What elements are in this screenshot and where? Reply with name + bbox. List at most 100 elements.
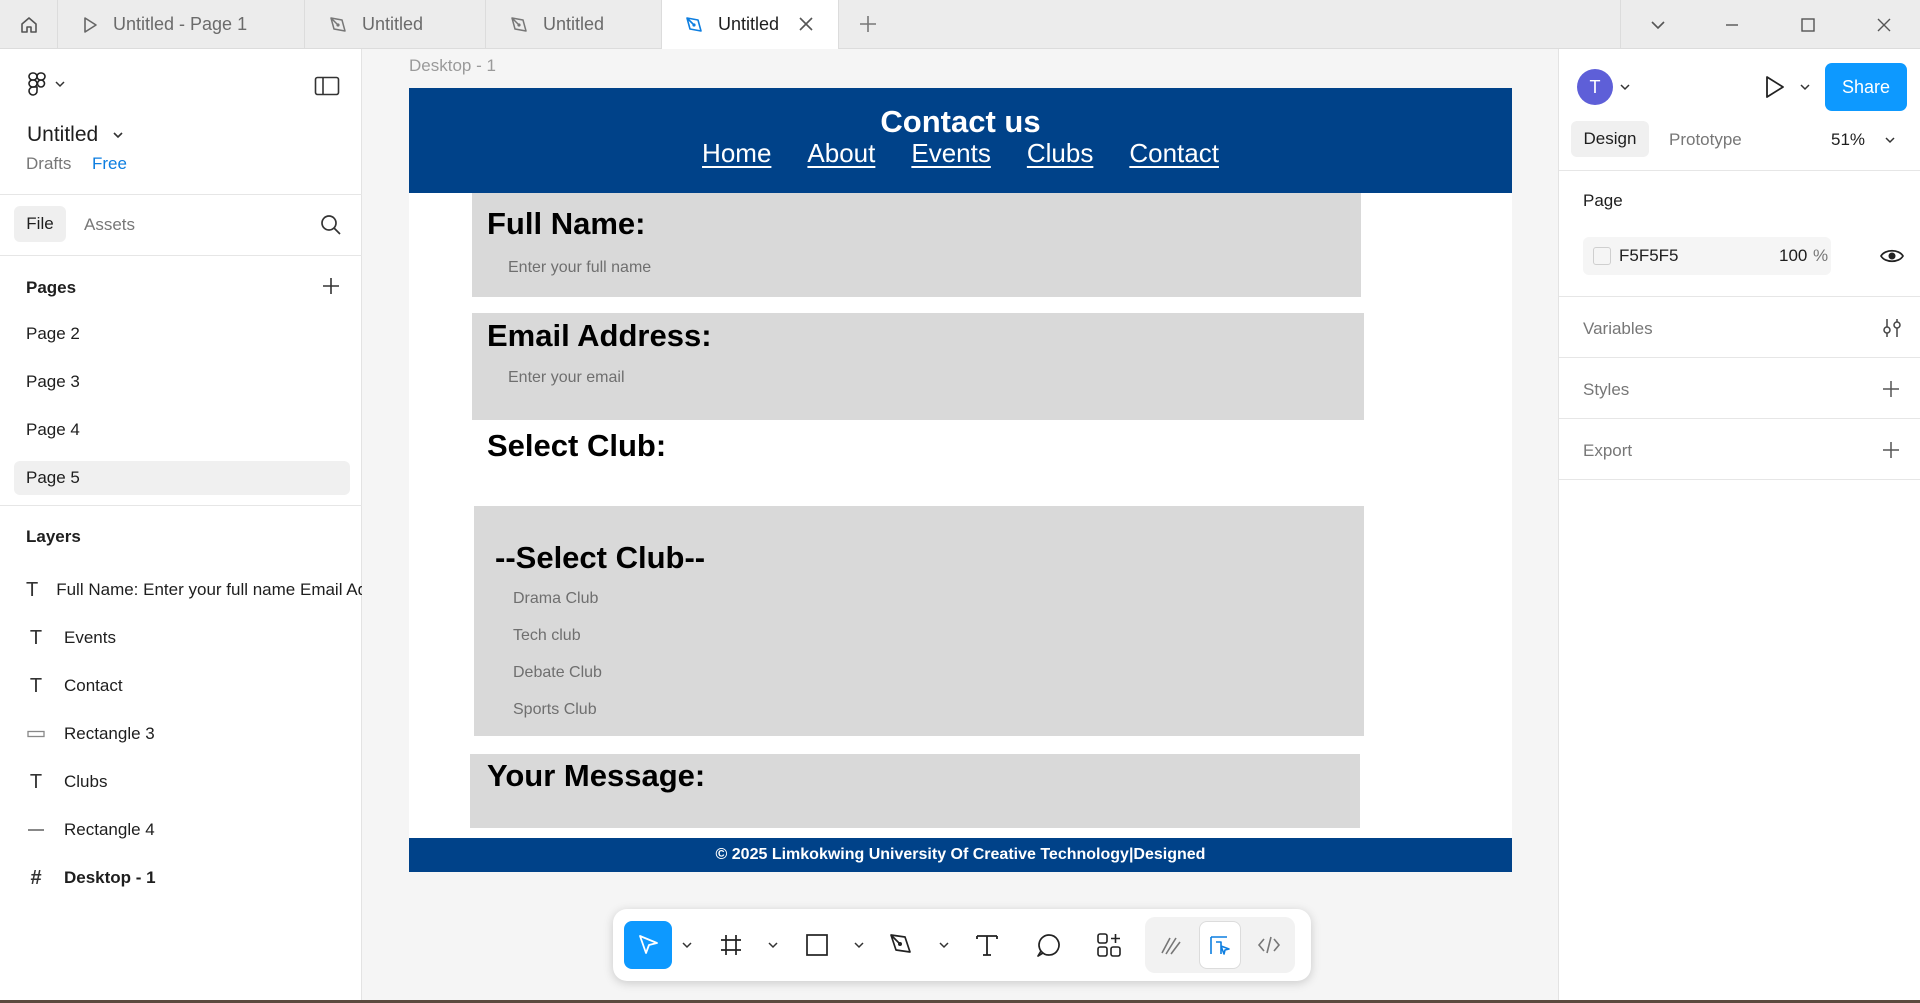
layer-item[interactable]: Rectangle 4 bbox=[26, 815, 155, 845]
avatar[interactable]: T bbox=[1577, 69, 1613, 105]
nav-about[interactable]: About bbox=[807, 138, 875, 169]
chevron-down-icon bbox=[1885, 137, 1895, 144]
styles-heading[interactable]: Styles bbox=[1583, 380, 1629, 400]
layer-item[interactable]: T Clubs bbox=[26, 767, 108, 797]
page-color-hex[interactable]: F5F5F5 bbox=[1619, 246, 1679, 266]
tab-prototype[interactable]: Prototype bbox=[1669, 130, 1742, 150]
zoom-level[interactable]: 51% bbox=[1831, 130, 1896, 150]
email-placeholder: Enter your email bbox=[508, 369, 625, 386]
tab-untitled-active[interactable]: Untitled bbox=[662, 0, 839, 49]
site-footer: © 2025 Limkokwing University Of Creative… bbox=[409, 838, 1512, 872]
text-tool-button[interactable] bbox=[969, 921, 1005, 969]
nav-contact[interactable]: Contact bbox=[1129, 138, 1219, 169]
close-window-button[interactable] bbox=[1846, 0, 1920, 49]
draw-mode-button[interactable] bbox=[1151, 921, 1191, 969]
search-icon[interactable] bbox=[320, 214, 342, 236]
design-mode-icon bbox=[1210, 936, 1230, 955]
new-tab-plus-icon[interactable] bbox=[856, 12, 880, 36]
site-header: Contact us Home About Events Clubs Conta… bbox=[409, 88, 1512, 193]
canvas[interactable]: Desktop - 1 Contact us Home About Events… bbox=[362, 49, 1884, 1000]
figma-logo-icon bbox=[28, 72, 46, 96]
rectangle-icon bbox=[806, 934, 828, 956]
line-layer-icon bbox=[26, 827, 46, 833]
pen-tool-button[interactable] bbox=[883, 921, 919, 969]
file-name[interactable]: Untitled bbox=[27, 123, 124, 147]
layer-item[interactable]: T Events bbox=[26, 623, 116, 653]
eye-icon[interactable] bbox=[1879, 243, 1905, 269]
present-play-icon[interactable] bbox=[1761, 73, 1787, 101]
dev-mode-button[interactable] bbox=[1249, 921, 1289, 969]
nav-clubs[interactable]: Clubs bbox=[1027, 138, 1093, 169]
club-option[interactable]: Tech club bbox=[513, 627, 581, 645]
main-menu-button[interactable] bbox=[26, 71, 66, 97]
play-icon bbox=[84, 16, 97, 33]
divider bbox=[1559, 357, 1920, 358]
chevron-down-icon[interactable] bbox=[853, 940, 865, 950]
home-button[interactable] bbox=[0, 0, 58, 49]
nav-home[interactable]: Home bbox=[702, 138, 771, 169]
code-icon bbox=[1257, 936, 1281, 954]
frame-label[interactable]: Desktop - 1 bbox=[409, 56, 496, 76]
layer-item[interactable]: T Full Name: Enter your full name Email … bbox=[26, 575, 362, 605]
tab-label: Untitled - Page 1 bbox=[113, 14, 248, 34]
add-page-plus-icon[interactable] bbox=[320, 275, 342, 297]
text-layer-icon: T bbox=[26, 578, 39, 601]
page-item[interactable]: Page 2 bbox=[14, 317, 350, 351]
club-label: Select Club: bbox=[487, 428, 667, 463]
pages-heading: Pages bbox=[26, 278, 77, 297]
close-icon bbox=[1877, 18, 1891, 31]
maximize-button[interactable] bbox=[1770, 0, 1846, 49]
close-tab-icon[interactable] bbox=[796, 14, 816, 34]
plan-badge[interactable]: Free bbox=[92, 154, 127, 174]
page-opacity[interactable]: 100 bbox=[1779, 246, 1807, 266]
file-location[interactable]: Drafts bbox=[26, 154, 71, 174]
color-swatch[interactable] bbox=[1593, 247, 1611, 265]
comment-tool-button[interactable] bbox=[1031, 921, 1067, 969]
move-tool-button[interactable] bbox=[624, 921, 672, 969]
variables-heading[interactable]: Variables bbox=[1583, 319, 1653, 339]
site-nav: Home About Events Clubs Contact bbox=[409, 138, 1512, 169]
toggle-sidebar-icon[interactable] bbox=[314, 76, 340, 96]
chevron-down-icon[interactable] bbox=[938, 940, 950, 950]
page-color-field[interactable]: F5F5F5 100 % bbox=[1583, 237, 1831, 275]
share-button[interactable]: Share bbox=[1825, 63, 1907, 111]
page-item-selected[interactable]: Page 5 bbox=[14, 461, 350, 495]
club-option[interactable]: Debate Club bbox=[513, 664, 602, 682]
tabs-dropdown-button[interactable] bbox=[1620, 0, 1696, 49]
tab-design[interactable]: Design bbox=[1571, 121, 1649, 157]
variables-settings-icon[interactable] bbox=[1881, 317, 1903, 339]
actions-tool-button[interactable] bbox=[1091, 921, 1127, 969]
divider bbox=[0, 194, 362, 195]
layer-item[interactable]: T Contact bbox=[26, 671, 123, 701]
chevron-down-icon[interactable] bbox=[1799, 82, 1811, 92]
layer-item[interactable]: Rectangle 3 bbox=[26, 719, 155, 749]
club-option[interactable]: Sports Club bbox=[513, 701, 597, 719]
shape-tool-button[interactable] bbox=[799, 921, 835, 969]
add-export-plus-icon[interactable] bbox=[1881, 440, 1901, 460]
chevron-down-icon[interactable] bbox=[1619, 82, 1631, 92]
zoom-value: 51% bbox=[1831, 130, 1866, 149]
chevron-down-icon[interactable] bbox=[767, 940, 779, 950]
tab-untitled-page-1[interactable]: Untitled - Page 1 bbox=[59, 0, 305, 49]
club-option[interactable]: Drama Club bbox=[513, 590, 598, 608]
rectangle-layer-icon bbox=[26, 730, 46, 738]
design-mode-button[interactable] bbox=[1199, 921, 1241, 969]
tab-assets[interactable]: Assets bbox=[84, 215, 135, 235]
add-style-plus-icon[interactable] bbox=[1881, 379, 1901, 399]
divider bbox=[1559, 296, 1920, 297]
minimize-button[interactable] bbox=[1694, 0, 1770, 49]
tab-file[interactable]: File bbox=[14, 206, 66, 242]
text-layer-icon: T bbox=[29, 770, 43, 793]
nav-events[interactable]: Events bbox=[911, 138, 991, 169]
layer-name: Rectangle 3 bbox=[64, 724, 155, 743]
tab-untitled-3[interactable]: Untitled bbox=[487, 0, 662, 49]
minimize-icon bbox=[1726, 23, 1738, 26]
tab-untitled-2[interactable]: Untitled bbox=[306, 0, 486, 49]
page-item[interactable]: Page 3 bbox=[14, 365, 350, 399]
layer-item-frame[interactable]: # Desktop - 1 bbox=[26, 863, 155, 893]
chevron-down-icon[interactable] bbox=[681, 940, 693, 950]
page-item[interactable]: Page 4 bbox=[14, 413, 350, 447]
frame-tool-button[interactable] bbox=[713, 921, 749, 969]
desktop-frame[interactable]: Contact us Home About Events Clubs Conta… bbox=[409, 88, 1512, 872]
export-heading[interactable]: Export bbox=[1583, 441, 1632, 461]
